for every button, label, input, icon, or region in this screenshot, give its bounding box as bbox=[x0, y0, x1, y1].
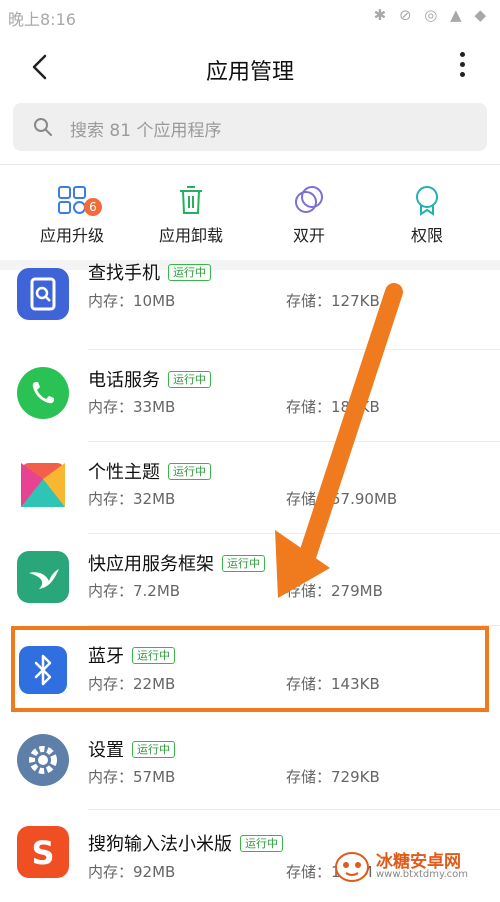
tool-label: 应用卸载 bbox=[158, 226, 223, 245]
app-name: 电话服务 运行中 bbox=[88, 366, 211, 392]
apps-grid-icon bbox=[58, 186, 86, 214]
memory-usage: 内存：32MB bbox=[88, 490, 176, 508]
watermark-icon bbox=[335, 852, 369, 882]
tool-dual-apps[interactable]: 双开 bbox=[249, 184, 369, 246]
app-header: 应用管理 bbox=[0, 32, 500, 102]
running-tag: 运行中 bbox=[168, 371, 211, 388]
highlight-box bbox=[11, 626, 489, 712]
search-icon bbox=[34, 118, 52, 136]
status-bar: 晚上8:16 ✱ ⊘ ◎ ▲ ◆ bbox=[0, 0, 500, 32]
more-dot-icon bbox=[459, 72, 465, 77]
phone-icon bbox=[17, 367, 69, 419]
running-tag: 运行中 bbox=[168, 264, 211, 281]
tool-label: 权限 bbox=[410, 226, 443, 245]
find-phone-icon bbox=[17, 268, 69, 320]
memory-usage: 内存：33MB bbox=[88, 398, 176, 416]
search-bar[interactable]: 搜索 81 个应用程序 bbox=[13, 103, 487, 151]
list-item-find-phone[interactable]: 查找手机 运行中 内存：10MB 存储：127KB bbox=[0, 258, 500, 350]
tool-label: 双开 bbox=[292, 226, 325, 245]
tool-app-uninstall[interactable]: 应用卸载 bbox=[131, 184, 251, 246]
memory-usage: 内存：10MB bbox=[88, 292, 176, 310]
quick-app-icon bbox=[17, 551, 69, 603]
storage-usage: 存储：279MB bbox=[286, 582, 383, 600]
memory-usage: 内存：92MB bbox=[88, 863, 176, 881]
running-tag: 运行中 bbox=[132, 741, 175, 758]
tool-permissions[interactable]: 权限 bbox=[367, 184, 487, 246]
divider bbox=[0, 164, 500, 165]
list-item-phone-service[interactable]: 电话服务 运行中 内存：33MB 存储：184KB bbox=[0, 350, 500, 442]
trash-icon bbox=[180, 186, 202, 214]
running-tag: 运行中 bbox=[168, 463, 211, 480]
running-tag: 运行中 bbox=[222, 555, 265, 572]
running-tag: 运行中 bbox=[240, 835, 283, 852]
list-item-themes[interactable]: 个性主题 运行中 内存：32MB 存储：57.90MB bbox=[0, 442, 500, 534]
settings-gear-icon bbox=[17, 734, 69, 786]
dual-circle-icon bbox=[295, 186, 323, 213]
app-name: 搜狗输入法小米版 运行中 bbox=[88, 830, 283, 856]
more-dot-icon bbox=[459, 52, 465, 57]
tool-app-update[interactable]: 6 应用升级 bbox=[12, 184, 132, 246]
memory-usage: 内存：57MB bbox=[88, 768, 176, 786]
watermark-url: www.btxtdmy.com bbox=[376, 869, 469, 880]
tool-row: 6 应用升级 应用卸载 双开 权限 bbox=[0, 166, 500, 260]
app-name: 个性主题 运行中 bbox=[88, 458, 211, 484]
storage-usage: 存储：57.90MB bbox=[286, 490, 398, 508]
badge-ribbon-icon bbox=[416, 186, 438, 216]
list-item-quick-app[interactable]: 快应用服务框架 运行中 内存：7.2MB 存储：279MB bbox=[0, 534, 500, 626]
list-item-settings[interactable]: 设置 运行中 内存：57MB 存储：729KB bbox=[0, 718, 500, 810]
tool-label: 应用升级 bbox=[39, 226, 104, 245]
memory-usage: 内存：7.2MB bbox=[88, 582, 181, 600]
search-placeholder: 搜索 81 个应用程序 bbox=[70, 121, 222, 141]
storage-usage: 存储：127KB bbox=[286, 292, 380, 310]
app-name: 设置 运行中 bbox=[88, 736, 175, 762]
update-count-badge: 6 bbox=[84, 198, 102, 216]
status-time: 晚上8:16 bbox=[8, 10, 76, 29]
storage-usage: 存储：729KB bbox=[286, 768, 380, 786]
more-options-button[interactable] bbox=[454, 52, 470, 82]
watermark-logo: 冰糖安卓网 www.btxtdmy.com bbox=[334, 845, 494, 885]
svg-text:S: S bbox=[31, 834, 54, 872]
app-name: 查找手机 运行中 bbox=[88, 259, 211, 285]
app-name: 快应用服务框架 运行中 bbox=[88, 550, 265, 576]
page-title: 应用管理 bbox=[205, 60, 294, 85]
storage-usage: 存储：184KB bbox=[286, 398, 380, 416]
sogou-icon: S bbox=[17, 826, 69, 878]
theme-icon bbox=[17, 459, 69, 511]
status-icons: ✱ ⊘ ◎ ▲ ◆ bbox=[373, 6, 490, 24]
more-dot-icon bbox=[459, 62, 465, 67]
